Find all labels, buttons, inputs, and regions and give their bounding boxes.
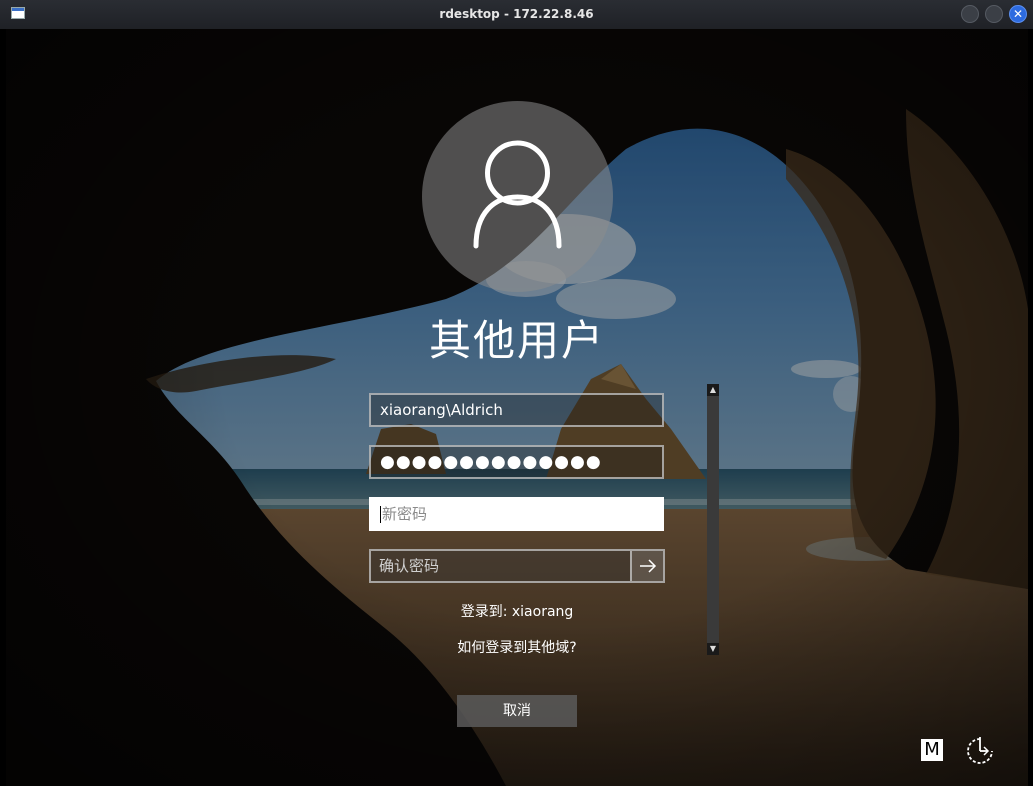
window-title: rdesktop - 172.22.8.46: [439, 7, 594, 21]
window-titlebar[interactable]: rdesktop - 172.22.8.46 ✕: [0, 0, 1033, 29]
sign-in-domain-label: 登录到: xiaorang: [460, 604, 574, 620]
user-silhouette-icon: [473, 140, 562, 249]
current-password-field[interactable]: ●●●●●●●●●●●●●●: [369, 445, 664, 479]
account-title: 其他用户: [428, 316, 605, 365]
input-method-icon[interactable]: M: [921, 739, 943, 761]
submit-arrow-button[interactable]: [630, 551, 663, 581]
scroll-down-icon[interactable]: ▼: [707, 643, 719, 655]
user-avatar: [422, 101, 613, 292]
text-cursor: [380, 506, 381, 523]
confirm-password-placeholder: 确认密码: [379, 557, 440, 575]
close-button[interactable]: ✕: [1009, 5, 1027, 23]
scroll-up-icon[interactable]: ▲: [707, 384, 719, 396]
other-domain-link[interactable]: 如何登录到其他域?: [369, 637, 665, 657]
confirm-password-field[interactable]: 确认密码: [369, 549, 665, 583]
power-options-button[interactable]: [964, 735, 996, 767]
remote-screen[interactable]: 其他用户 xiaorang\Aldrich ●●●●●●●●●●●●●● 新密码…: [6, 29, 1028, 786]
username-field[interactable]: xiaorang\Aldrich: [369, 393, 664, 427]
power-options-icon: [967, 737, 993, 764]
cancel-button[interactable]: 取消: [457, 695, 577, 727]
arrow-right-icon: [640, 559, 657, 573]
maximize-button[interactable]: [985, 5, 1003, 23]
new-password-placeholder: 新密码: [382, 505, 428, 523]
new-password-field[interactable]: 新密码: [369, 497, 664, 531]
logon-scrollbar[interactable]: ▲ ▼: [707, 384, 719, 655]
close-icon: ✕: [1012, 7, 1024, 21]
minimize-button[interactable]: [961, 5, 979, 23]
